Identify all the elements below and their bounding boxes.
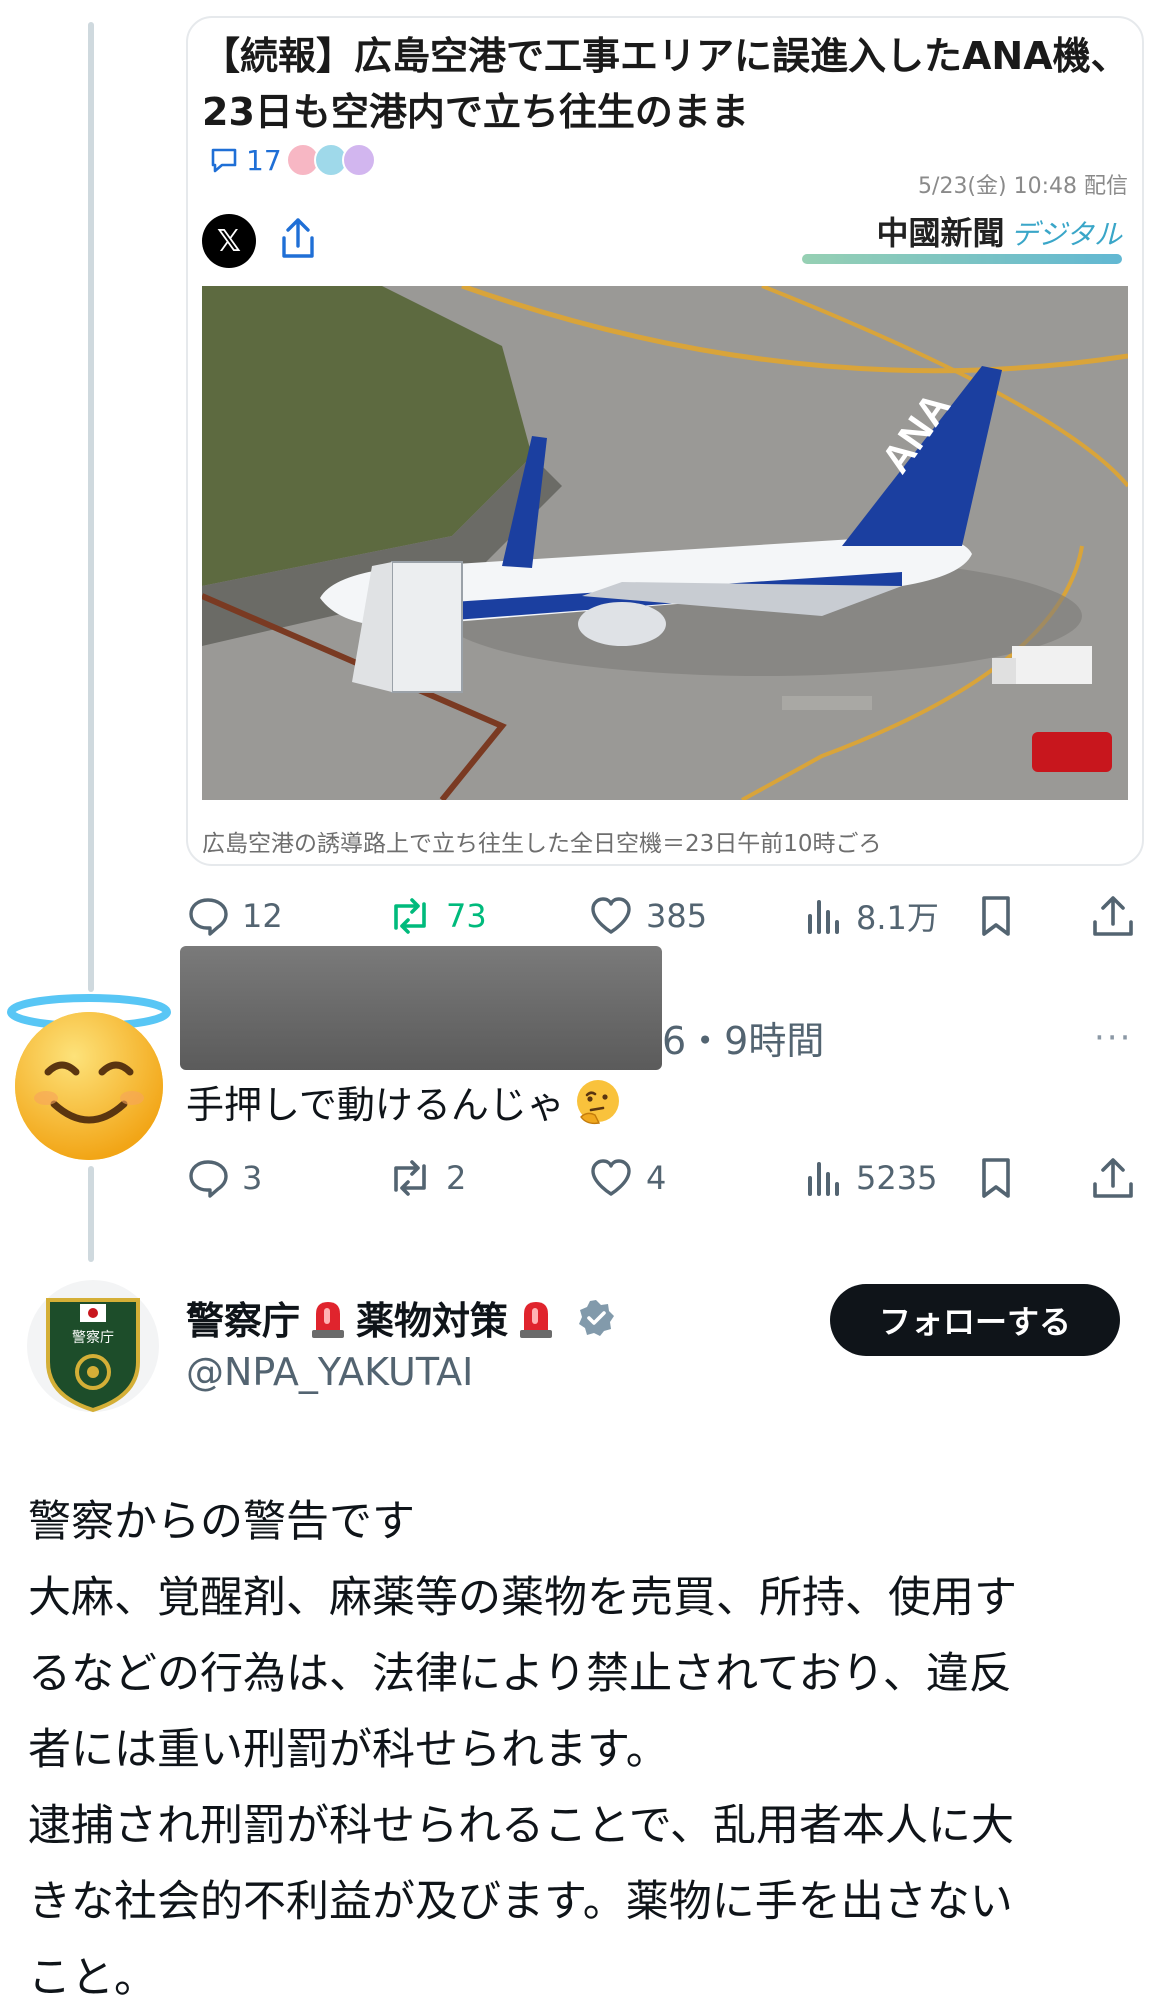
like-button[interactable]: 385 [588, 888, 707, 944]
comment-count[interactable]: 17 [246, 144, 282, 177]
views-icon [808, 1162, 839, 1196]
card-share-row: 𝕏 [202, 214, 318, 268]
views-count: 8.1万 [856, 899, 939, 937]
halo-smile-emoji-icon[interactable] [6, 994, 172, 1164]
siren-icon [312, 1301, 345, 1338]
like-button[interactable]: 4 [588, 1150, 666, 1206]
card-meta: 17 [208, 138, 376, 182]
publisher-wave [802, 254, 1122, 264]
repost-icon [394, 1160, 426, 1196]
publish-date: 5/23(金) 10:48 配信 [918, 174, 1128, 199]
upload-icon [1093, 1158, 1133, 1198]
photo-caption: 広島空港の誘導路上で立ち往生した全日空機＝23日午前10時ごろ [202, 831, 882, 857]
post-line: こと。 [28, 1953, 157, 2003]
comment-icon[interactable] [208, 144, 240, 176]
reply-count: 12 [242, 897, 283, 935]
publisher-sub: デジタル [1010, 218, 1122, 251]
reply-count: 3 [242, 1159, 263, 1197]
quote-action-bar: 12 73 385 8.1万 [186, 888, 1146, 944]
post-line: きな社会的不利益が及びます。薬物に手を出さない [28, 1877, 1013, 1927]
follow-button[interactable]: フォローする [830, 1284, 1120, 1356]
post-line: 大麻、覚醒剤、麻薬等の薬物を売買、所持、使用す [28, 1573, 1017, 1623]
views-count: 5235 [856, 1159, 938, 1197]
siren-icon [520, 1301, 553, 1338]
quoted-news-card[interactable]: 【続報】広島空港で工事エリアに誤進入したANA機、23日も空港内で立ち往生のまま… [186, 16, 1144, 866]
verified-icon [579, 1299, 615, 1336]
like-icon [591, 897, 631, 934]
redacted-username [180, 946, 662, 1070]
post-line: 警察からの警告です [28, 1497, 415, 1547]
reply-button[interactable]: 12 [186, 888, 283, 944]
thinking-emoji-icon [576, 1079, 619, 1124]
emblem-text: 警察庁 [72, 1329, 114, 1346]
repost-button[interactable]: 73 [386, 888, 487, 944]
post-line: 逮捕され刑罰が科せられることで、乱用者本人に大 [28, 1801, 1014, 1851]
repost-button[interactable]: 2 [386, 1150, 466, 1206]
upload-icon [1093, 896, 1133, 936]
account-handle[interactable]: @NPA_YAKUTAI [186, 1350, 473, 1394]
like-icon [591, 1159, 631, 1196]
reply-action-bar: 3 2 4 5235 [186, 1150, 1146, 1206]
reply-button[interactable]: 3 [186, 1150, 262, 1206]
news-title: 【続報】広島空港で工事エリアに誤進入したANA機、23日も空港内で立ち往生のまま [202, 34, 1129, 134]
bookmark-icon [982, 896, 1010, 936]
publisher-logo: 中國新聞 デジタル [877, 208, 1122, 254]
bookmark-button[interactable] [976, 1150, 1028, 1206]
reply-icon [189, 898, 228, 936]
views-button[interactable]: 5235 [804, 1150, 937, 1206]
account-name[interactable]: 警察庁 薬物対策 [186, 1290, 616, 1345]
repost-count: 73 [446, 897, 487, 935]
reply-icon [189, 1160, 228, 1198]
x-logo-glyph: 𝕏 [216, 223, 242, 259]
thread-line-bottom [88, 1166, 94, 1262]
post-line: るなどの行為は、法律により禁止されており、違反 [28, 1649, 1012, 1699]
account-name-part1: 警察庁 [186, 1299, 301, 1343]
x-logo-icon[interactable]: 𝕏 [202, 214, 256, 268]
upload-button[interactable] [1090, 888, 1148, 944]
reply-text-content: 手押しで動けるんじゃ [186, 1083, 565, 1127]
like-count: 385 [646, 897, 708, 935]
share-icon[interactable] [278, 216, 318, 266]
reply-timestamp[interactable]: 6・9時間 [662, 1010, 824, 1065]
reply-text: 手押しで動けるんじゃ [186, 1074, 623, 1129]
bookmark-icon [982, 1158, 1010, 1198]
account-avatar[interactable]: 警察庁 [26, 1276, 160, 1416]
repost-icon [394, 898, 426, 934]
news-photo[interactable]: ANA [202, 286, 1128, 800]
more-icon[interactable]: ··· [1094, 1018, 1132, 1058]
post-line: 者には重い刑罰が科せられます。 [28, 1725, 669, 1775]
publisher-name: 中國新聞 [876, 214, 1005, 252]
views-icon [808, 900, 839, 934]
bookmark-button[interactable] [976, 888, 1028, 944]
post-body: 警察からの警告です 大麻、覚醒剤、麻薬等の薬物を売買、所持、使用す るなどの行為… [28, 1484, 1148, 2012]
account-name-part2: 薬物対策 [356, 1299, 509, 1343]
thread-line-top [88, 22, 94, 992]
reaction-face-icon [341, 143, 376, 177]
like-count: 4 [646, 1159, 667, 1197]
upload-button[interactable] [1090, 1150, 1148, 1206]
views-button[interactable]: 8.1万 [804, 888, 939, 944]
repost-count: 2 [446, 1159, 467, 1197]
